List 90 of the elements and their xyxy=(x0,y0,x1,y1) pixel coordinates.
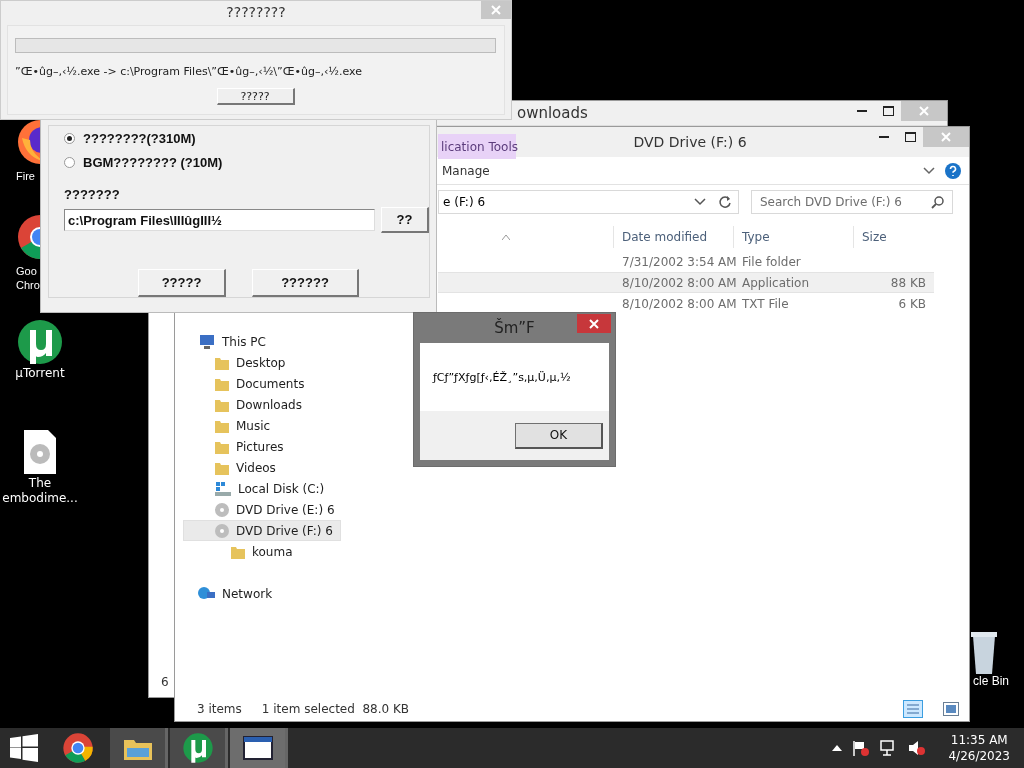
type-cell-text: Application xyxy=(741,275,811,290)
nav-item[interactable]: Music xyxy=(183,415,341,436)
ribbon-item[interactable]: Manage xyxy=(442,163,490,178)
muted-speaker-icon[interactable] xyxy=(908,740,927,756)
chevron-down-icon[interactable] xyxy=(694,198,706,206)
status-text: 6 xyxy=(161,675,170,689)
desktop-icon-label[interactable]: Fire xyxy=(16,169,35,183)
thumbnail-view-icon[interactable] xyxy=(943,701,959,716)
file-path-text: ”Œ•ûg–‚‹½.exe -> c:\Program Files\”Œ•ûg–‚‹½\”Œ•ûg–‚‹½.exe xyxy=(15,65,363,78)
caret-up-icon[interactable] xyxy=(832,745,843,751)
flag-icon[interactable] xyxy=(852,740,871,756)
browse-button[interactable]: ?? xyxy=(381,207,429,233)
message-text: ƒCƒ”ƒXƒg[ƒ‹‚ÉŽ¸”s‚µ‚Ü‚µ‚½ xyxy=(433,370,571,384)
close-icon xyxy=(491,5,501,15)
search-field[interactable]: Search DVD Drive (F:) 6 xyxy=(751,190,953,214)
nav-item[interactable]: kouma xyxy=(183,541,341,562)
dialog-title: ???????? xyxy=(226,4,286,20)
radio-label: ????????(?310M) xyxy=(83,130,196,146)
cancel-button[interactable]: ????? xyxy=(216,88,295,105)
details-view-icon[interactable] xyxy=(903,699,923,718)
taskbar-app[interactable] xyxy=(170,728,228,768)
maximize-icon xyxy=(882,106,894,116)
column-header[interactable]: Size xyxy=(853,226,933,248)
utorrent-icon xyxy=(16,318,64,366)
item-count: 3 items xyxy=(197,701,242,716)
nav-item[interactable]: Videos xyxy=(183,457,341,478)
close-button[interactable] xyxy=(577,314,611,333)
disc-icon xyxy=(214,501,230,518)
close-icon xyxy=(589,318,599,329)
folder-field[interactable]: c:\Program Files\IIIûgIII½ xyxy=(64,209,375,231)
nav-item[interactable]: Documents xyxy=(183,373,341,394)
size-cell-text: 6 KB xyxy=(897,296,927,311)
clock-time[interactable]: 11:35 AM xyxy=(950,732,1008,748)
window-title: ownloads xyxy=(517,104,588,122)
nav-item[interactable]: Desktop xyxy=(183,352,341,373)
clock-date[interactable]: 4/26/2023 xyxy=(948,748,1010,764)
radio-button[interactable] xyxy=(64,156,75,168)
desktop-icon-label[interactable]: embodime... xyxy=(2,491,78,506)
column-header[interactable]: Type xyxy=(733,226,853,248)
ok-button[interactable]: OK xyxy=(515,422,603,449)
nav-item[interactable]: Network xyxy=(183,583,341,604)
radio-label: BGM???????? (?10M) xyxy=(83,154,223,170)
refresh-icon[interactable] xyxy=(718,195,732,209)
help-icon[interactable] xyxy=(945,162,961,179)
column-header[interactable]: Date modified xyxy=(613,226,733,248)
dialog-button[interactable]: ?????? xyxy=(252,269,359,297)
selection-info: 1 item selected 88.0 KB xyxy=(261,701,410,716)
file-row[interactable]: 7/31/2002 3:54 AM File folder xyxy=(438,251,934,272)
close-icon xyxy=(941,132,951,142)
chevron-down-icon[interactable] xyxy=(923,166,935,175)
type-cell-text: TXT File xyxy=(741,296,790,311)
disk-icon xyxy=(214,480,232,497)
desktop-icon-label[interactable]: µTorrent xyxy=(15,366,65,381)
nav-item[interactable]: This PC xyxy=(183,331,341,352)
file-row[interactable]: 8/10/2002 8:00 AM TXT File 6 KB xyxy=(438,293,934,314)
disc-icon xyxy=(214,522,230,539)
recycle-bin-icon xyxy=(971,632,997,674)
minimize-icon xyxy=(879,136,889,138)
utorrent-icon xyxy=(181,732,214,764)
search-icon xyxy=(931,195,944,209)
sort-caret-icon[interactable] xyxy=(501,234,510,240)
file-row[interactable]: 8/10/2002 8:00 AM Application 88 KB xyxy=(438,272,934,293)
size-cell-text: 88 KB xyxy=(889,275,927,290)
computer-icon xyxy=(198,333,216,350)
network-icon xyxy=(198,585,216,602)
desktop-icon-label[interactable]: The xyxy=(28,476,52,491)
maximize-icon xyxy=(904,132,916,142)
dialog-button[interactable]: ????? xyxy=(138,269,226,297)
desktop-icon-label[interactable]: cle Bin xyxy=(973,674,1010,688)
date-cell-text: 8/10/2002 8:00 AM xyxy=(621,296,734,311)
close-icon xyxy=(919,106,929,116)
type-cell-text: File folder xyxy=(741,254,802,269)
desktop-icon-label[interactable]: Goo xyxy=(16,264,37,278)
desktop-icon-label[interactable]: Chro xyxy=(16,278,40,292)
radio-button[interactable] xyxy=(64,132,75,144)
nav-item[interactable]: DVD Drive (E:) 6 xyxy=(183,499,341,520)
nav-item[interactable]: Pictures xyxy=(183,436,341,457)
address-bar[interactable]: e (F:) 6 xyxy=(438,190,739,214)
nav-item[interactable]: Local Disk (C:) xyxy=(183,478,341,499)
minimize-icon xyxy=(857,110,867,112)
chrome-icon xyxy=(61,732,94,764)
date-cell-text: 8/10/2002 8:00 AM xyxy=(621,275,734,290)
date-cell-text: 7/31/2002 3:54 AM xyxy=(621,254,734,269)
nav-item[interactable]: Downloads xyxy=(183,394,341,415)
nav-item[interactable]: DVD Drive (F:) 6 xyxy=(183,520,341,541)
window-title: DVD Drive (F:) 6 xyxy=(633,134,747,150)
field-label: ??????? xyxy=(64,187,121,202)
taskbar-app[interactable] xyxy=(230,728,288,768)
dialog-title: Šm”F xyxy=(494,319,535,337)
ribbon-tab[interactable]: lication Tools xyxy=(438,134,516,159)
